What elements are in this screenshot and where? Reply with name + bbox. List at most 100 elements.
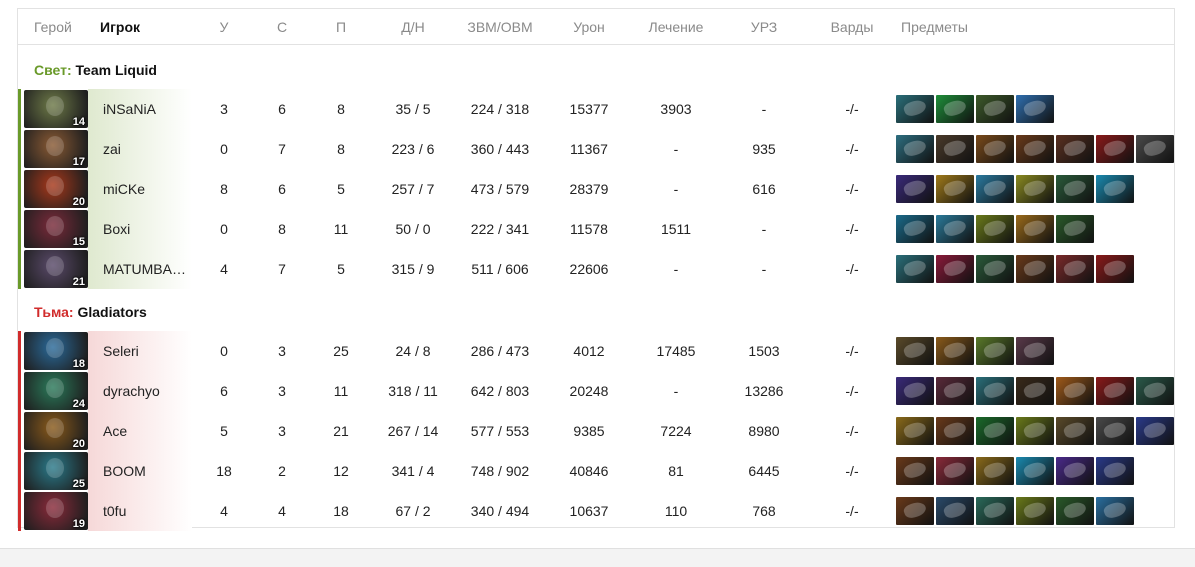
header-kills[interactable]: У — [220, 19, 229, 35]
item-icon[interactable] — [896, 337, 934, 365]
item-icon[interactable] — [1096, 457, 1134, 485]
item-icon[interactable] — [896, 497, 934, 525]
item-icon[interactable] — [1096, 417, 1134, 445]
hero-portrait[interactable]: 17 — [18, 129, 88, 169]
item-icon[interactable] — [1016, 457, 1054, 485]
item-icon[interactable] — [1016, 417, 1054, 445]
item-icon[interactable] — [976, 377, 1014, 405]
item-icon[interactable] — [1056, 417, 1094, 445]
header-damage[interactable]: Урон — [573, 19, 605, 35]
header-gpm-xpm[interactable]: ЗВМ/ОВМ — [467, 19, 532, 35]
item-icon[interactable] — [976, 215, 1014, 243]
item-icon[interactable] — [1096, 135, 1134, 163]
item-icon[interactable] — [1016, 175, 1054, 203]
header-assists[interactable]: П — [336, 19, 346, 35]
item-icon[interactable] — [936, 377, 974, 405]
item-icon[interactable] — [1096, 377, 1134, 405]
player-name[interactable]: Boxi — [88, 209, 192, 249]
item-icon[interactable] — [896, 215, 934, 243]
player-name[interactable]: iNSaNiA — [88, 89, 192, 129]
wards-cell: -/- — [845, 181, 859, 197]
item-icon[interactable] — [936, 215, 974, 243]
item-icon[interactable] — [936, 175, 974, 203]
gpm-xpm-cell: 224 / 318 — [470, 101, 530, 117]
item-icon[interactable] — [936, 457, 974, 485]
item-icon[interactable] — [976, 457, 1014, 485]
item-icon[interactable] — [896, 417, 934, 445]
header-tower-damage[interactable]: УРЗ — [751, 19, 777, 35]
player-name[interactable]: dyrachyo — [88, 371, 192, 411]
header-wards[interactable]: Варды — [831, 19, 874, 35]
item-icon[interactable] — [976, 95, 1014, 123]
player-name[interactable]: MATUMBAM… — [88, 249, 192, 289]
item-icon[interactable] — [936, 255, 974, 283]
item-icon[interactable] — [976, 135, 1014, 163]
hero-portrait[interactable]: 18 — [18, 331, 88, 371]
item-icon[interactable] — [1056, 135, 1094, 163]
item-icon[interactable] — [936, 417, 974, 445]
player-name[interactable]: miCKe — [88, 169, 192, 209]
item-icon[interactable] — [1096, 255, 1134, 283]
player-name[interactable]: Ace — [88, 411, 192, 451]
table-row: 18 Seleri 0 3 25 24 / 8 286 / 473 4012 17485 1503… — [18, 331, 1174, 371]
item-icon[interactable] — [1056, 255, 1094, 283]
item-icon[interactable] — [936, 337, 974, 365]
item-icon[interactable] — [1096, 175, 1134, 203]
item-icon[interactable] — [1016, 135, 1054, 163]
hero-portrait[interactable]: 19 — [18, 491, 88, 531]
item-icon[interactable] — [1016, 215, 1054, 243]
item-icon[interactable] — [1056, 457, 1094, 485]
item-icon[interactable] — [1016, 255, 1054, 283]
item-icon[interactable] — [936, 95, 974, 123]
item-icon[interactable] — [1136, 135, 1174, 163]
assists-cell: 5 — [337, 261, 345, 277]
hero-portrait[interactable]: 20 — [18, 169, 88, 209]
player-name[interactable]: Seleri — [88, 331, 192, 371]
item-icon[interactable] — [976, 255, 1014, 283]
tower-damage-cell: 768 — [752, 503, 776, 519]
item-icon[interactable] — [896, 135, 934, 163]
item-icon[interactable] — [1016, 337, 1054, 365]
item-icon[interactable] — [936, 497, 974, 525]
item-icon[interactable] — [976, 175, 1014, 203]
assists-cell: 8 — [337, 101, 345, 117]
team-name[interactable]: Team Liquid — [76, 62, 157, 78]
hero-portrait[interactable]: 24 — [18, 371, 88, 411]
item-icon[interactable] — [1016, 497, 1054, 525]
item-icon[interactable] — [1056, 377, 1094, 405]
item-icon[interactable] — [896, 95, 934, 123]
item-icon[interactable] — [1016, 377, 1054, 405]
hero-portrait[interactable]: 14 — [18, 89, 88, 129]
header-player[interactable]: Игрок — [100, 19, 140, 35]
item-icon[interactable] — [896, 175, 934, 203]
header-lh-dn[interactable]: Д/Н — [401, 19, 424, 35]
item-icon[interactable] — [976, 497, 1014, 525]
item-icon[interactable] — [896, 377, 934, 405]
item-icon[interactable] — [1056, 175, 1094, 203]
player-name[interactable]: zai — [88, 129, 192, 169]
item-icon[interactable] — [1136, 417, 1174, 445]
item-list — [896, 91, 1054, 127]
header-healing[interactable]: Лечение — [649, 19, 704, 35]
item-icon[interactable] — [1096, 497, 1134, 525]
hero-portrait[interactable]: 15 — [18, 209, 88, 249]
item-icon[interactable] — [976, 337, 1014, 365]
item-icon[interactable] — [1136, 377, 1174, 405]
header-deaths[interactable]: С — [277, 19, 287, 35]
item-icon[interactable] — [936, 135, 974, 163]
team-name[interactable]: Gladiators — [77, 304, 146, 320]
hero-portrait[interactable]: 20 — [18, 411, 88, 451]
player-name[interactable]: t0fu — [88, 491, 192, 531]
item-icon[interactable] — [1056, 497, 1094, 525]
hero-portrait[interactable]: 25 — [18, 451, 88, 491]
item-icon[interactable] — [896, 457, 934, 485]
item-icon[interactable] — [1056, 215, 1094, 243]
player-name[interactable]: BOOM — [88, 451, 192, 491]
hero-level: 24 — [72, 398, 85, 410]
item-icon[interactable] — [896, 255, 934, 283]
damage-cell: 10637 — [569, 503, 609, 519]
item-icon[interactable] — [976, 417, 1014, 445]
header-hero[interactable]: Герой — [34, 19, 72, 35]
hero-portrait[interactable]: 21 — [18, 249, 88, 289]
item-icon[interactable] — [1016, 95, 1054, 123]
